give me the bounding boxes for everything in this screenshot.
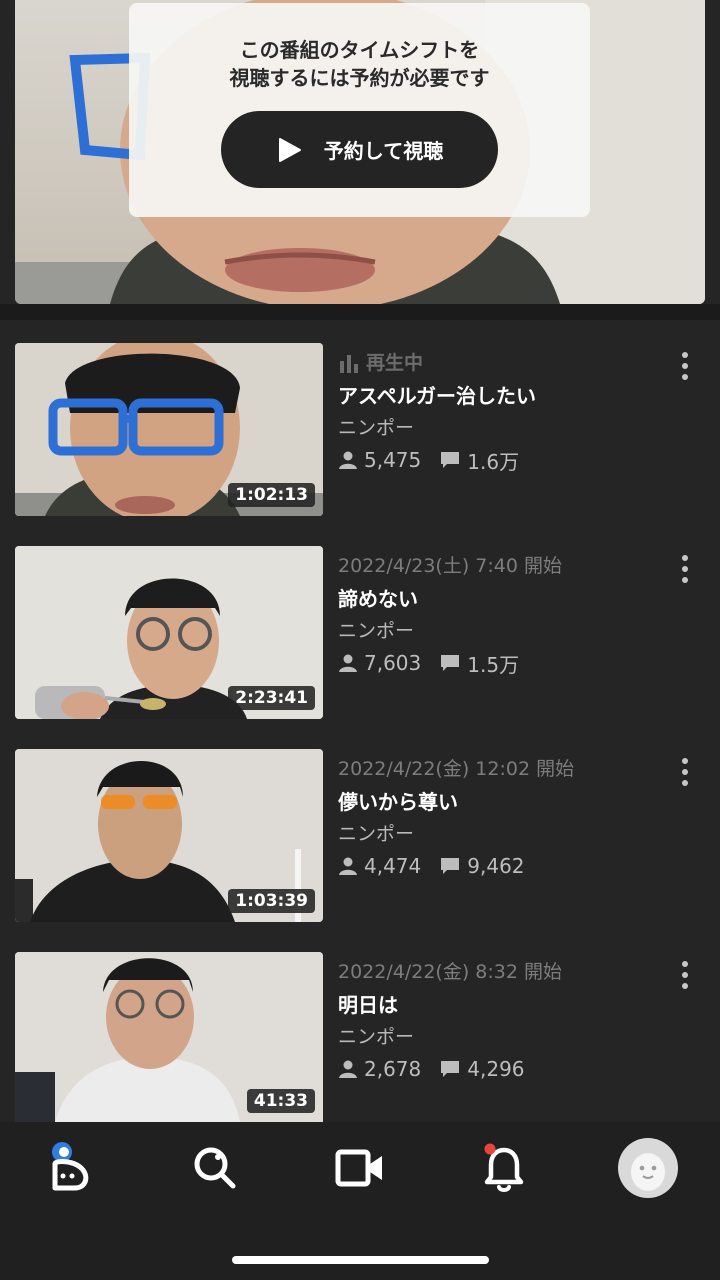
comment-icon [441,452,460,468]
program-stats: 4,474 9,462 [338,850,668,882]
status-text: 2022/4/23(土) 7:40 開始 [338,555,562,577]
program-meta: 2022/4/22(金) 8:32 開始 明日は ニンポー 2,678 4,29… [338,956,668,1085]
program-thumbnail[interactable]: 1:02:13 [15,343,323,516]
comment-count: 1.5万 [467,652,520,677]
program-title[interactable]: アスペルガー治したい [338,379,668,413]
reserve-button-label: 予約して視聴 [323,139,444,163]
more-options-icon[interactable] [674,757,696,787]
nav-profile[interactable] [613,1136,683,1200]
duration-badge: 1:02:13 [228,483,315,507]
program-title[interactable]: 明日は [338,988,668,1022]
viewer-icon [339,654,357,672]
channel-name[interactable]: ニンポー [338,616,668,647]
viewer-count: 7,603 [364,651,422,675]
reservation-overlay: この番組のタイムシフトを 視聴するには予約が必要です 予約して視聴 [129,3,590,217]
nav-notifications[interactable] [469,1136,539,1200]
status-label: 2022/4/22(金) 12:02 開始 [338,753,668,785]
bell-icon [484,1143,524,1192]
program-item[interactable]: 41:33 2022/4/22(金) 8:32 開始 明日は ニンポー 2,67… [0,952,720,1130]
status-label: 再生中 [338,347,668,379]
program-title[interactable]: 儚いから尊い [338,785,668,819]
program-item[interactable]: 1:03:39 2022/4/22(金) 12:02 開始 儚いから尊い ニンポ… [0,749,720,927]
search-icon [194,1147,236,1189]
duration-badge: 1:03:39 [228,889,315,913]
comment-icon [441,655,460,671]
viewer-icon [339,857,357,875]
notification-dot [484,1143,496,1155]
duration-badge: 41:33 [246,1089,315,1113]
more-options-icon[interactable] [674,554,696,584]
bottom-navigation [0,1122,720,1280]
program-stats: 7,603 1.5万 [338,647,668,679]
status-label: 2022/4/22(金) 8:32 開始 [338,956,668,988]
program-thumbnail[interactable]: 2:23:41 [15,546,323,719]
viewer-count: 4,474 [364,854,422,878]
program-meta: 再生中 アスペルガー治したい ニンポー 5,475 1.6万 [338,347,668,476]
program-stats: 2,678 4,296 [338,1053,668,1085]
program-meta: 2022/4/22(金) 12:02 開始 儚いから尊い ニンポー 4,474 … [338,753,668,882]
section-divider [0,304,720,320]
status-text: 2022/4/22(金) 8:32 開始 [338,961,562,983]
viewer-icon [339,451,357,469]
video-player[interactable]: この番組のタイムシフトを 視聴するには予約が必要です 予約して視聴 [15,0,705,304]
status-text: 再生中 [366,352,424,374]
program-thumbnail[interactable]: 1:03:39 [15,749,323,922]
nav-broadcast[interactable] [325,1136,395,1200]
nav-search[interactable] [180,1136,250,1200]
more-options-icon[interactable] [674,960,696,990]
program-title[interactable]: 諦めない [338,582,668,616]
duration-badge: 2:23:41 [228,686,315,710]
comment-count: 1.6万 [467,449,520,474]
comment-count: 9,462 [467,854,525,878]
program-thumbnail[interactable]: 41:33 [15,952,323,1122]
program-meta: 2022/4/23(土) 7:40 開始 諦めない ニンポー 7,603 1.5… [338,550,668,679]
comment-icon [441,1061,460,1077]
play-icon [278,137,301,162]
reserve-and-watch-button[interactable]: 予約して視聴 [221,111,498,188]
home-icon [52,1142,89,1191]
viewer-count: 2,678 [364,1057,422,1081]
video-camera-icon [335,1149,382,1187]
home-indicator [232,1256,489,1264]
program-item[interactable]: 2:23:41 2022/4/23(土) 7:40 開始 諦めない ニンポー 7… [0,546,720,724]
viewer-icon [339,1060,357,1078]
viewer-count: 5,475 [364,448,422,472]
status-text: 2022/4/22(金) 12:02 開始 [338,758,575,780]
comment-count: 4,296 [467,1057,525,1081]
channel-name[interactable]: ニンポー [338,819,668,850]
comment-icon [441,858,460,874]
channel-name[interactable]: ニンポー [338,413,668,444]
status-label: 2022/4/23(土) 7:40 開始 [338,550,668,582]
channel-name[interactable]: ニンポー [338,1022,668,1053]
program-stats: 5,475 1.6万 [338,444,668,476]
overlay-message: この番組のタイムシフトを 視聴するには予約が必要です [229,38,490,90]
program-item[interactable]: 1:02:13 再生中 アスペルガー治したい ニンポー 5,475 1.6万 [0,343,720,521]
more-options-icon[interactable] [674,351,696,381]
profile-avatar [618,1138,678,1198]
bar-chart-icon [340,355,358,373]
nav-home[interactable] [35,1136,105,1200]
